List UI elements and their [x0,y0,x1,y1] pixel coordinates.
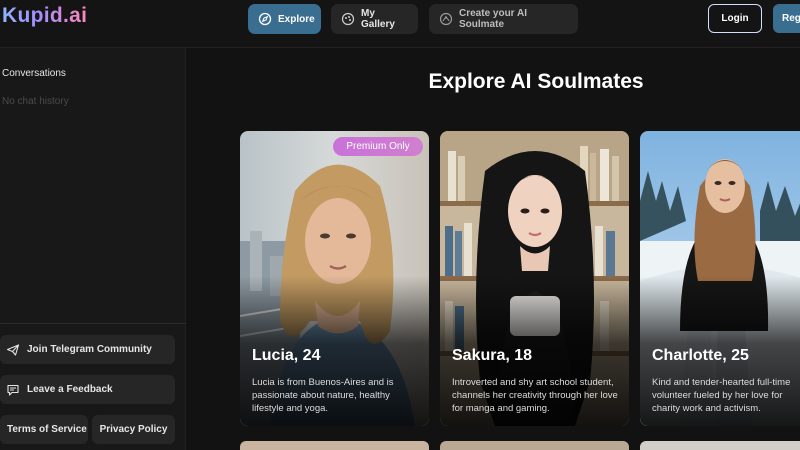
compass-icon [258,12,272,26]
feedback-icon [6,383,20,397]
logo[interactable]: Kupid.ai [2,4,87,28]
character-name: Lucia, 24 [252,347,321,364]
character-description: Introverted and shy art school student, … [452,377,618,414]
sidebar-divider [0,323,186,324]
character-card-charlotte[interactable]: Charlotte, 25 Kind and tender-hearted fu… [640,131,800,426]
telegram-community-button[interactable]: Join Telegram Community [0,335,175,364]
character-description: Kind and tender-hearted full-time volunt… [652,376,800,415]
create-icon [439,12,453,26]
register-button[interactable]: Regi [773,4,800,33]
feedback-label: Leave a Feedback [27,384,113,395]
character-card-sakura[interactable]: Sakura, 18 Introverted and shy art schoo… [440,131,629,426]
character-card-lucia[interactable]: Lucia, 24 Lucia is from Buenos-Aires and… [240,131,429,426]
leave-feedback-button[interactable]: Leave a Feedback [0,375,175,404]
privacy-policy-button[interactable]: Privacy Policy [92,415,175,444]
telegram-label: Join Telegram Community [27,344,152,355]
character-card-partial[interactable] [240,441,429,450]
empty-chat-text: No chat history [2,96,69,107]
login-button[interactable]: Login [708,4,762,33]
nav-create-label: Create your AI Soulmate [459,8,527,30]
nav-explore-button[interactable]: Explore [248,4,321,34]
gallery-icon [341,12,355,26]
conversations-heading: Conversations [2,68,66,79]
character-name: Charlotte, 25 [652,347,749,364]
page-title: Explore AI Soulmates [428,70,644,93]
nav-gallery-button[interactable]: My Gallery [331,4,418,34]
send-icon [6,343,20,357]
premium-badge: Premium Only [333,137,423,156]
character-card-partial[interactable] [440,441,629,450]
description-line: volunteer fueled by her love for [652,390,783,401]
character-name: Sakura, 18 [452,347,533,364]
nav-create-button[interactable]: Create your AI Soulmate [429,4,578,34]
top-bar: Kupid.ai Explore My Gallery Create your … [0,0,800,48]
description-line: Kind and tender-hearted full-time [652,377,791,388]
nav-explore-label: Explore [278,13,315,25]
terms-of-service-button[interactable]: Terms of Service [0,415,88,444]
description-line: charity work and activism. [652,403,761,414]
character-description: Lucia is from Buenos-Aires and is passio… [252,377,394,414]
sidebar: Conversations No chat history Join Teleg… [0,48,186,450]
nav-gallery-label: My Gallery [361,8,395,30]
character-card-partial[interactable] [640,441,800,450]
